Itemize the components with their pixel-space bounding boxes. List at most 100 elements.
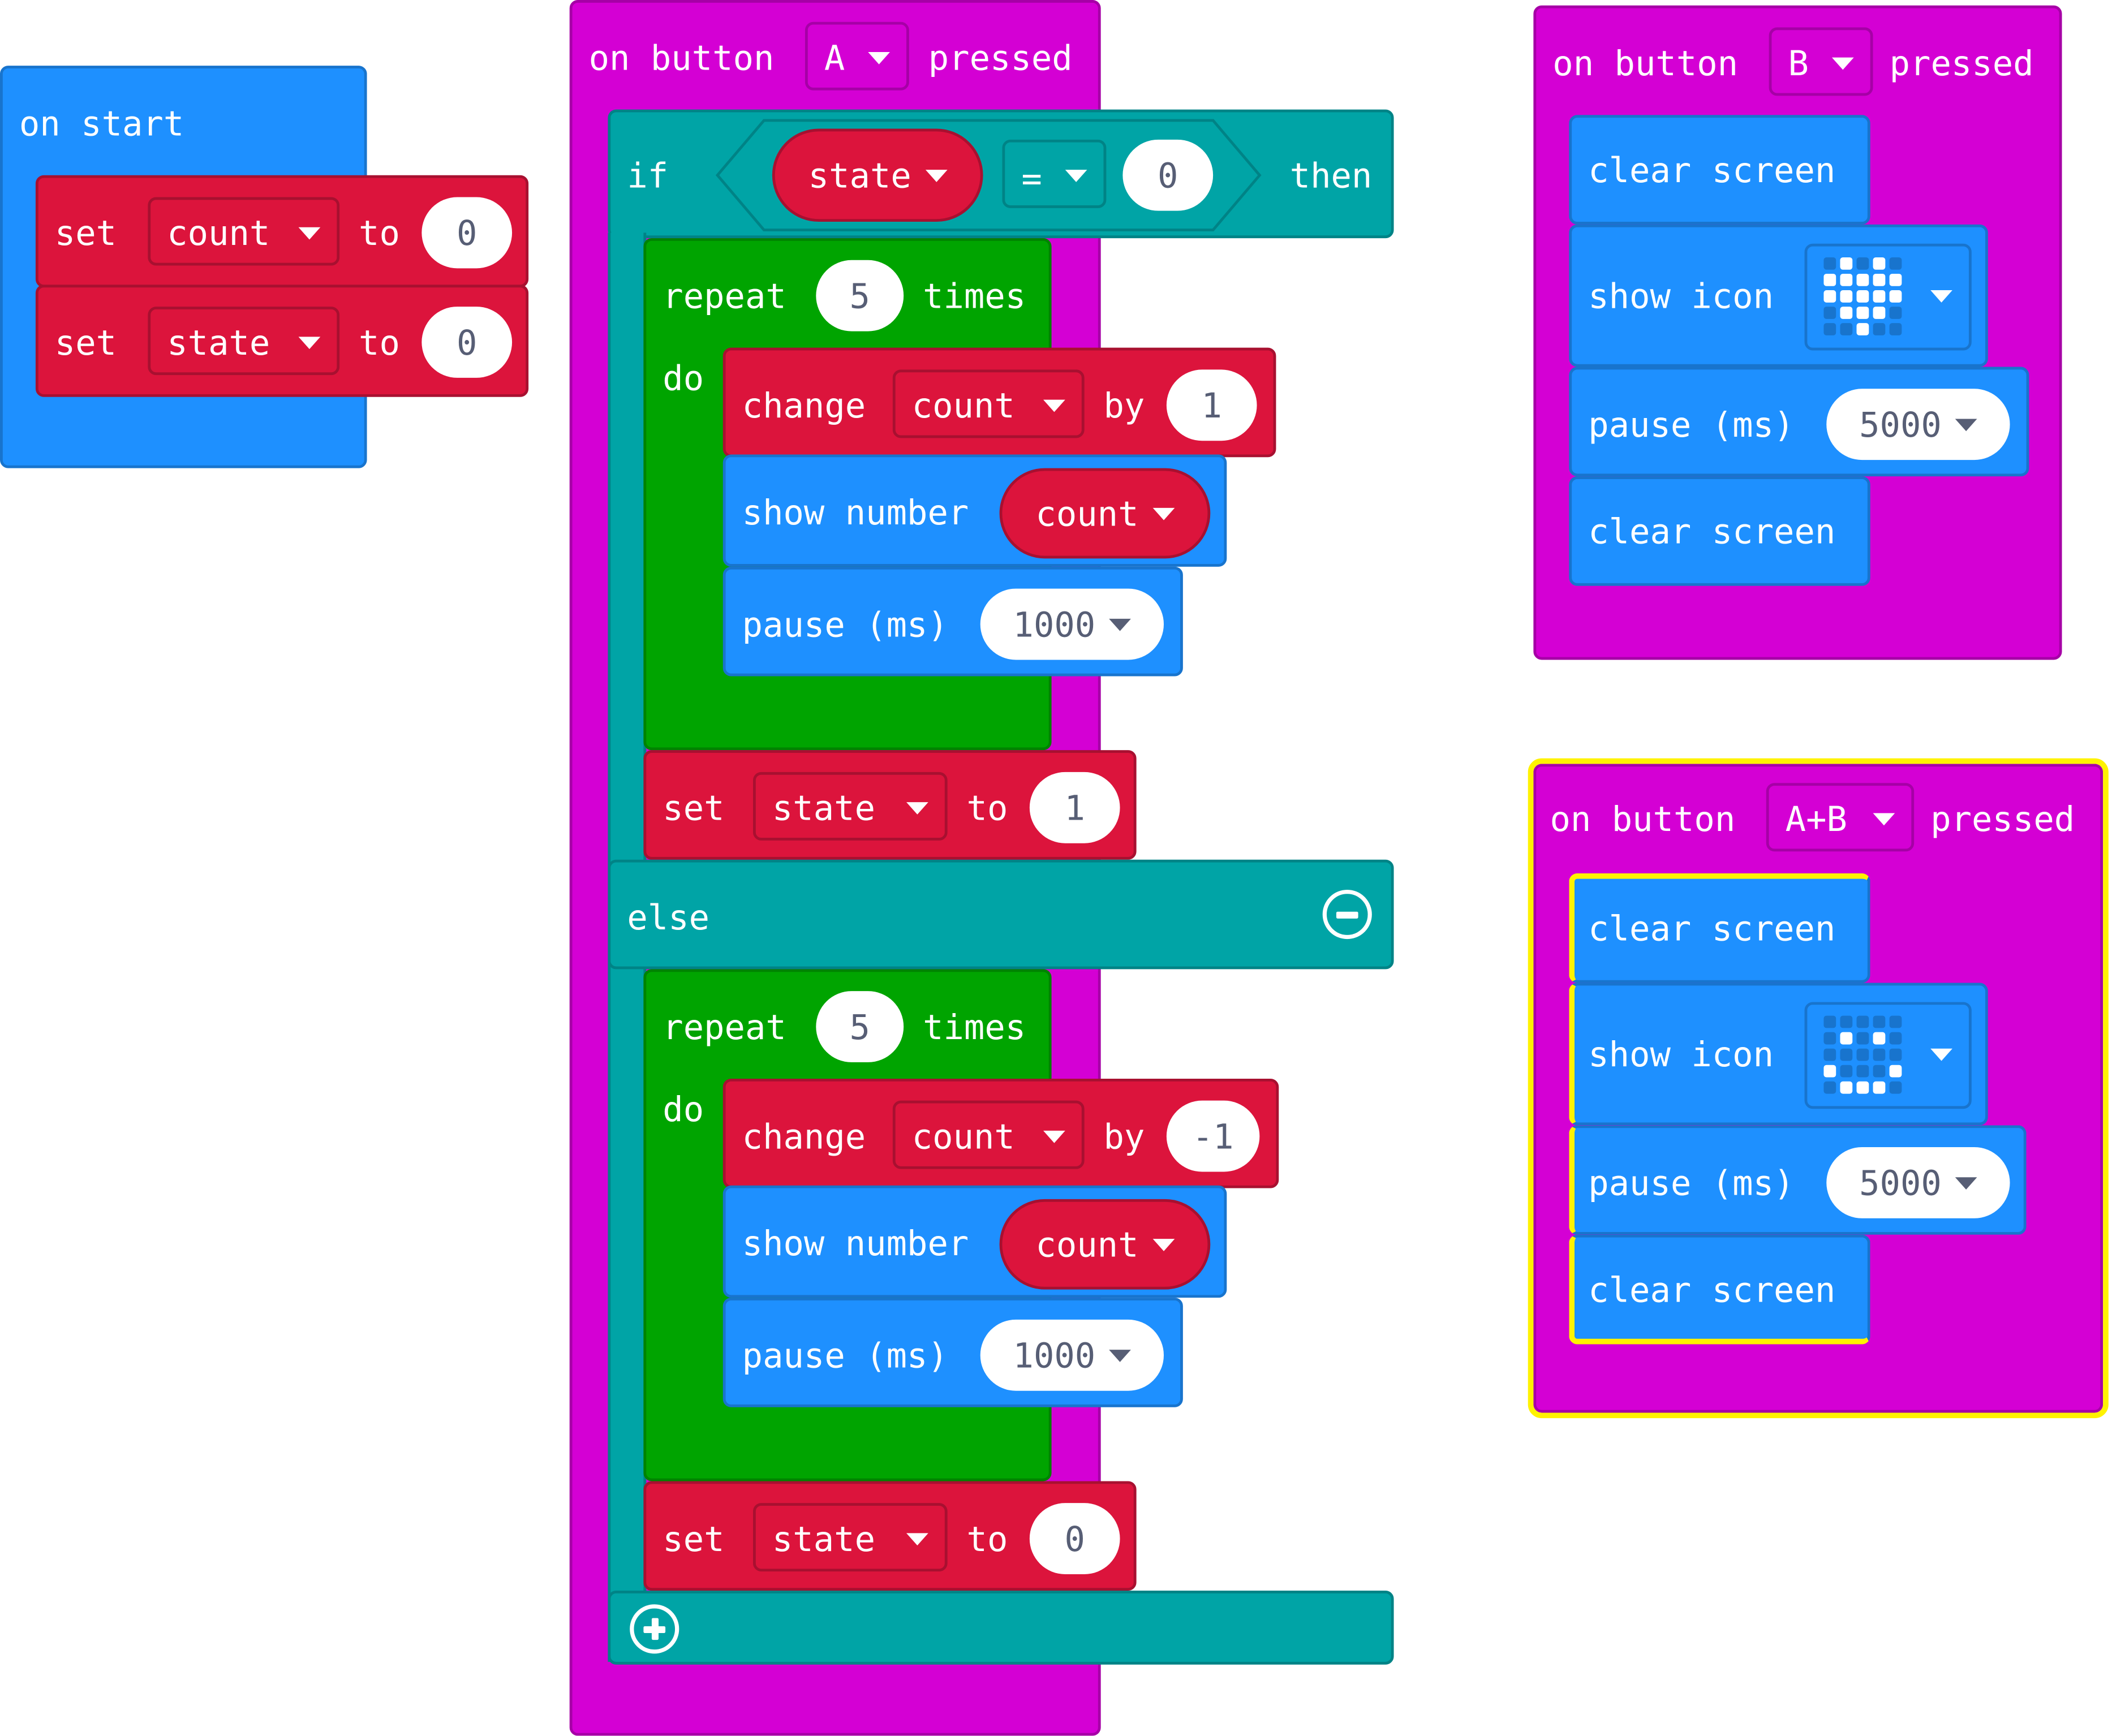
variable-name: count [911, 386, 1015, 426]
variable-reporter-count[interactable]: count [999, 1199, 1211, 1290]
led-on [1856, 274, 1869, 286]
show-number-block[interactable]: show number count [722, 1185, 1227, 1298]
pause-keyword: pause (ms) [742, 605, 948, 645]
set-state-block[interactable]: set state to 0 [35, 285, 529, 397]
led-on [1823, 290, 1836, 303]
led-on [1873, 307, 1886, 319]
button-name: A+B [1785, 799, 1847, 839]
button-dropdown[interactable]: A [805, 21, 909, 91]
repeat-count-input[interactable]: 5 [816, 260, 904, 331]
show-number-keyword: show number [742, 1224, 969, 1264]
show-icon-label: show icon [1588, 276, 1774, 317]
remove-else-icon[interactable] [1322, 890, 1372, 940]
set-keyword: set [54, 323, 117, 363]
icon-dropdown[interactable] [1804, 243, 1972, 351]
led-on [1823, 274, 1836, 286]
change-value-input[interactable]: 1 [1166, 369, 1257, 441]
icon-dropdown[interactable] [1804, 1002, 1972, 1109]
led-off [1889, 307, 1902, 319]
variable-dropdown-state[interactable]: state [753, 1503, 948, 1572]
led-on [1840, 1032, 1853, 1045]
led-on [1873, 257, 1886, 270]
variable-dropdown-count[interactable]: count [892, 369, 1085, 438]
change-count-block[interactable]: change count by 1 [722, 347, 1276, 458]
pause-block[interactable]: pause (ms) 5000 [1569, 1125, 2027, 1235]
if-block[interactable]: if state = 0 then [608, 109, 1394, 239]
value-text: 0 [456, 322, 478, 363]
value-input[interactable]: 0 [1029, 1503, 1120, 1574]
on-button-label: on button [1552, 44, 1739, 84]
on-start-label: on start [19, 104, 184, 144]
add-else-if-icon[interactable] [630, 1604, 679, 1654]
led-off [1889, 1081, 1902, 1094]
clear-screen-block[interactable]: clear screen [1569, 1234, 1870, 1345]
button-dropdown[interactable]: B [1769, 27, 1873, 96]
variable-name: state [167, 323, 270, 363]
change-value-input[interactable]: -1 [1166, 1100, 1260, 1172]
variable-reporter-count[interactable]: count [999, 468, 1211, 559]
if-keyword: if [627, 156, 669, 196]
show-icon-block[interactable]: show icon [1569, 224, 1988, 367]
variable-reporter-state[interactable]: state [772, 128, 983, 222]
variable-dropdown-state[interactable]: state [753, 772, 948, 841]
pause-keyword: pause (ms) [742, 1336, 948, 1376]
led-off [1889, 1048, 1902, 1061]
operator-text: = [1021, 158, 1042, 199]
compare-value-input[interactable]: 0 [1122, 139, 1214, 211]
pause-keyword: pause (ms) [1588, 405, 1795, 445]
clear-screen-block[interactable]: clear screen [1569, 115, 1870, 225]
led-off [1856, 1032, 1869, 1045]
led-on [1856, 323, 1869, 335]
pause-value-dropdown[interactable]: 5000 [1826, 1147, 2010, 1218]
dropdown-arrow-icon [1109, 618, 1132, 631]
pause-value-dropdown[interactable]: 1000 [980, 1319, 1164, 1391]
change-count-block[interactable]: change count by -1 [722, 1078, 1279, 1188]
variable-dropdown-count[interactable]: count [892, 1100, 1085, 1169]
show-number-keyword: show number [742, 493, 969, 533]
led-on [1889, 274, 1902, 286]
variable-name: state [808, 155, 911, 195]
value-input[interactable]: 0 [421, 197, 513, 269]
dropdown-arrow-icon [298, 337, 321, 350]
show-number-block[interactable]: show number count [722, 454, 1227, 567]
show-icon-block[interactable]: show icon [1569, 983, 1988, 1126]
set-state-block[interactable]: set state to 0 [643, 1481, 1137, 1591]
variable-name: state [772, 788, 876, 829]
value-input[interactable]: 1 [1029, 772, 1120, 843]
led-off [1823, 307, 1836, 319]
led-off [1823, 1081, 1836, 1094]
clear-screen-block[interactable]: clear screen [1569, 873, 1870, 983]
variable-dropdown-state[interactable]: state [148, 307, 340, 376]
pause-block[interactable]: pause (ms) 5000 [1569, 367, 2029, 477]
set-count-block[interactable]: set count to 0 [35, 175, 529, 288]
value-text: 1 [1064, 787, 1085, 828]
pause-block[interactable]: pause (ms) 1000 [722, 566, 1183, 677]
value-input[interactable]: 0 [421, 307, 513, 378]
clear-screen-label: clear screen [1588, 908, 1836, 949]
dropdown-arrow-icon [1930, 1048, 1952, 1061]
dropdown-arrow-icon [925, 169, 947, 182]
blocks-workspace: on start set count to 0 set state to 0 o… [0, 0, 2125, 1736]
clear-screen-block[interactable]: clear screen [1569, 476, 1870, 586]
value-text: 1000 [1013, 604, 1096, 644]
dropdown-arrow-icon [1109, 1349, 1132, 1362]
operator-dropdown[interactable]: = [1002, 139, 1107, 208]
dropdown-arrow-icon [906, 1533, 928, 1546]
repeat-count-input[interactable]: 5 [816, 991, 904, 1062]
pause-block[interactable]: pause (ms) 1000 [722, 1298, 1183, 1407]
variable-dropdown-count[interactable]: count [148, 197, 340, 266]
else-keyword: else [627, 898, 710, 938]
led-off [1873, 323, 1886, 335]
do-keyword: do [663, 1089, 704, 1130]
clear-screen-label: clear screen [1588, 150, 1836, 191]
change-keyword: change [742, 1117, 866, 1157]
pause-value-dropdown[interactable]: 5000 [1826, 389, 2010, 460]
pause-value-dropdown[interactable]: 1000 [980, 588, 1164, 660]
value-text: -1 [1192, 1116, 1234, 1156]
dropdown-arrow-icon [906, 802, 928, 815]
variable-name: count [1035, 493, 1139, 533]
button-dropdown[interactable]: A+B [1766, 783, 1915, 852]
clear-screen-label: clear screen [1588, 1270, 1836, 1310]
set-state-block[interactable]: set state to 1 [643, 750, 1137, 860]
dropdown-arrow-icon [298, 227, 321, 240]
